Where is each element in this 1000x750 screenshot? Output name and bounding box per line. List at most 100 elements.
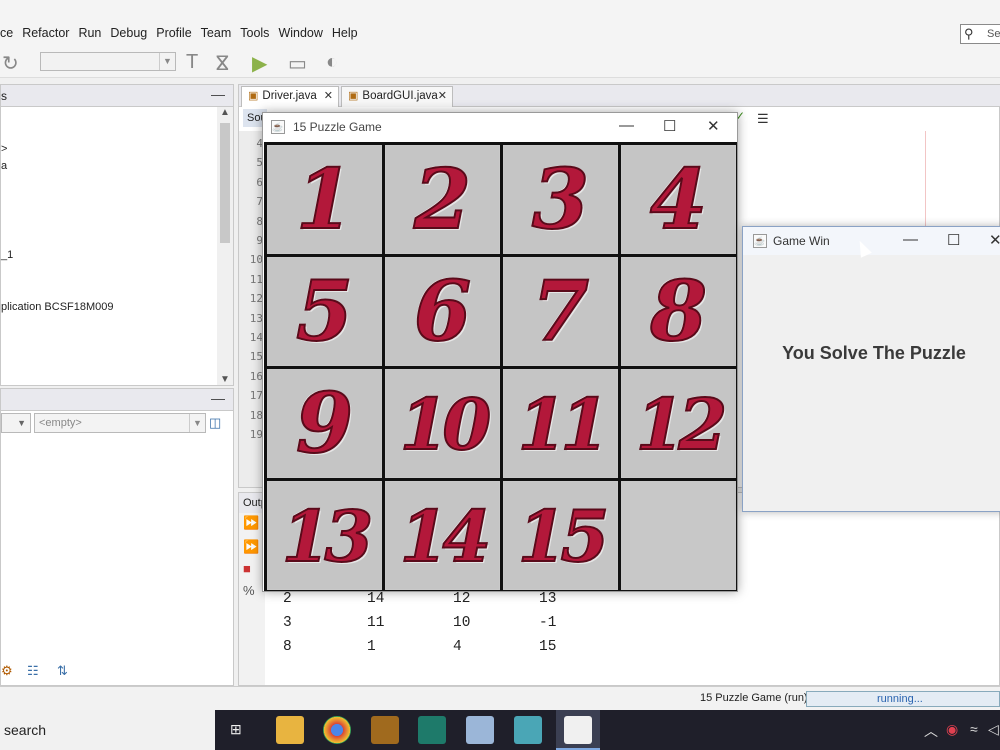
puzzle-tile-14[interactable]: 14 [385, 481, 500, 590]
puzzle-tile-10[interactable]: 10 [385, 369, 500, 478]
puzzle-board: 1 2 3 4 5 6 7 8 9 10 11 12 13 14 15 [264, 142, 737, 591]
puzzle-tile-7[interactable]: 7 [503, 257, 618, 366]
menu-tools[interactable]: Tools [240, 26, 269, 40]
puzzle-tile-2[interactable]: 2 [385, 145, 500, 254]
tile-number: 6 [413, 263, 472, 361]
wifi-icon[interactable]: ≈ [970, 721, 978, 737]
line-number: 17 [249, 389, 263, 403]
tab-boardgui-java[interactable]: ▣ BoardGUI.java ✕ [341, 86, 453, 107]
puzzle-window: ☕ 15 Puzzle Game — ☐ ✕ 1 2 3 4 5 6 7 8 9 10 11 12 13… [262, 112, 738, 592]
sort-alpha-icon[interactable]: ⇅ [57, 663, 68, 679]
maximize-icon[interactable]: ☐ [663, 117, 676, 135]
dialog-titlebar[interactable]: ☕ Game Win — ☐ ✕ [743, 227, 1000, 255]
ide-search-box[interactable]: ⚲ Se [960, 24, 1000, 44]
tile-number: 13 [281, 494, 374, 579]
empty-tile[interactable] [621, 481, 736, 590]
tree-item[interactable]: plication BCSF18M009 [1, 301, 114, 313]
profile-icon[interactable]: ◐ [326, 51, 338, 74]
build-hammer-icon[interactable]: T [186, 51, 198, 74]
minimize-icon[interactable]: — [211, 86, 225, 102]
netbeans-icon[interactable] [466, 716, 494, 744]
app-icon[interactable] [371, 716, 399, 744]
output-value: 8 [283, 639, 292, 655]
scroll-thumb[interactable] [220, 123, 230, 243]
navigator-member-select[interactable]: <empty> ▼ [34, 413, 206, 433]
tree-item[interactable]: _1 [1, 249, 13, 261]
output-value: 10 [453, 615, 471, 631]
puzzle-tile-12[interactable]: 12 [621, 369, 736, 478]
chevron-up-icon[interactable]: ▲ [220, 107, 230, 118]
maximize-icon[interactable]: ☐ [947, 231, 960, 249]
game-win-dialog: ☕ Game Win — ☐ ✕ You Solve The Puzzle [742, 226, 1000, 512]
java-icon[interactable] [564, 716, 592, 744]
run-icon[interactable]: ▶ [252, 51, 267, 76]
volume-icon[interactable]: ◁ [988, 721, 999, 738]
rerun-icon[interactable]: ⏩ [243, 515, 259, 531]
puzzle-tile-11[interactable]: 11 [503, 369, 618, 478]
running-task-label[interactable]: 15 Puzzle Game (run) [700, 692, 808, 704]
rerun-with-args-icon[interactable]: ⏩ [243, 539, 259, 555]
app-icon[interactable] [418, 716, 446, 744]
close-icon[interactable]: ✕ [989, 231, 1000, 249]
puzzle-tile-4[interactable]: 4 [621, 145, 736, 254]
close-icon[interactable]: ✕ [324, 87, 333, 106]
status-bar: 15 Puzzle Game (run) running... [0, 686, 1000, 710]
sort-icon[interactable]: ☷ [27, 663, 39, 679]
tile-number: 12 [635, 382, 728, 467]
configuration-select[interactable]: ▼ [40, 52, 176, 71]
tile-number: 4 [649, 151, 708, 249]
chrome-icon[interactable] [323, 716, 351, 744]
redo-icon[interactable]: ↻ [2, 51, 19, 76]
projects-scrollbar[interactable]: ▲ ▼ [217, 107, 233, 385]
menu-refactor[interactable]: Refactor [22, 26, 69, 40]
record-icon[interactable]: ◉ [946, 721, 958, 738]
puzzle-tile-3[interactable]: 3 [503, 145, 618, 254]
app-icon[interactable] [514, 716, 542, 744]
close-icon[interactable]: ✕ [438, 87, 447, 106]
tab-driver-java[interactable]: ▣ Driver.java ✕ [241, 86, 339, 107]
puzzle-tile-1[interactable]: 1 [267, 145, 382, 254]
menu-window[interactable]: Window [278, 26, 322, 40]
minimize-icon[interactable]: — [619, 117, 634, 134]
navigator-options-icon[interactable]: ◫ [209, 415, 221, 431]
line-number: 15 [249, 350, 263, 364]
menu-team[interactable]: Team [201, 26, 232, 40]
line-number: 11 [249, 272, 263, 286]
taskbar-search[interactable]: search [0, 710, 215, 750]
navigator-view-select[interactable]: ▼ [1, 413, 31, 433]
format-icon[interactable]: ☰ [757, 111, 769, 127]
file-explorer-icon[interactable] [276, 716, 304, 744]
puzzle-tile-13[interactable]: 13 [267, 481, 382, 590]
puzzle-tile-15[interactable]: 15 [503, 481, 618, 590]
puzzle-tile-8[interactable]: 8 [621, 257, 736, 366]
clean-build-icon[interactable]: ⴵ [216, 51, 229, 76]
chevron-down-icon: ▼ [189, 414, 205, 432]
stop-icon[interactable]: ■ [243, 561, 251, 576]
java-icon: ☕ [271, 120, 285, 134]
filter-icon[interactable]: ⚙ [1, 663, 13, 679]
settings-icon[interactable]: % [243, 583, 255, 598]
chevron-down-icon[interactable]: ▼ [220, 374, 230, 385]
menu-source[interactable]: ce [0, 26, 13, 40]
line-number: 18 [249, 408, 263, 422]
puzzle-tile-5[interactable]: 5 [267, 257, 382, 366]
line-number: 14 [249, 331, 263, 344]
menu-help[interactable]: Help [332, 26, 358, 40]
menu-debug[interactable]: Debug [110, 26, 147, 40]
close-icon[interactable]: ✕ [707, 117, 720, 135]
debug-icon[interactable]: ▭ [288, 51, 307, 76]
puzzle-tile-9[interactable]: 9 [267, 369, 382, 478]
output-value: 3 [283, 615, 292, 631]
menu-run[interactable]: Run [78, 26, 101, 40]
win-message: You Solve The Puzzle [782, 343, 966, 363]
task-view-icon[interactable]: ⊞ [230, 721, 242, 738]
chevron-up-icon[interactable]: ︿ [924, 721, 938, 741]
tree-item[interactable]: a [1, 160, 7, 172]
line-number: 13 [249, 311, 263, 325]
menu-profile[interactable]: Profile [156, 26, 191, 40]
minimize-icon[interactable]: — [211, 390, 225, 406]
puzzle-titlebar[interactable]: ☕ 15 Puzzle Game — ☐ ✕ [263, 113, 737, 141]
puzzle-tile-6[interactable]: 6 [385, 257, 500, 366]
tree-item[interactable]: > [1, 143, 7, 155]
minimize-icon[interactable]: — [903, 231, 918, 248]
